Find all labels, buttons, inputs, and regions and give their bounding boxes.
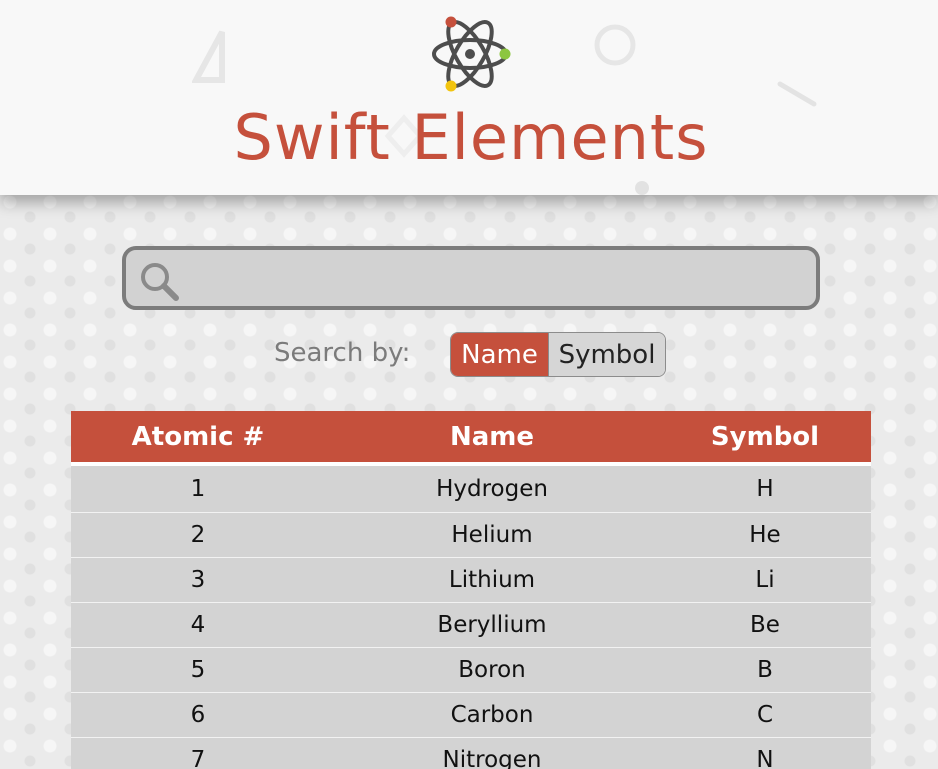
search-input[interactable] (186, 256, 806, 300)
search-icon (141, 263, 179, 301)
atomic-number-cell: 1 (190, 476, 206, 502)
table-body: 1 Hydrogen H 2 Helium He 3 Lithium Li 4 … (71, 462, 871, 769)
element-name-cell: Lithium (448, 567, 536, 593)
atomic-number-cell: 5 (190, 657, 206, 683)
atomic-number-cell: 3 (190, 567, 206, 593)
search-box[interactable] (122, 246, 820, 310)
header-symbol[interactable]: Symbol (659, 422, 871, 452)
circle-decoration-icon (594, 24, 636, 66)
element-symbol-cell: Be (750, 612, 780, 638)
table-header: Atomic # Name Symbol (71, 411, 871, 462)
table-row[interactable]: 6 Carbon C (71, 692, 871, 737)
search-by-symbol-button[interactable]: Symbol (549, 333, 665, 376)
page-title: Swift Elements (233, 101, 709, 174)
table-row[interactable]: 7 Nitrogen N (71, 737, 871, 769)
element-name-cell: Nitrogen (442, 747, 542, 769)
element-symbol-cell: N (756, 747, 774, 769)
header-name[interactable]: Name (325, 422, 659, 452)
element-name-cell: Beryllium (437, 612, 547, 638)
header: Swift Elements (0, 0, 938, 195)
atomic-number-cell: 4 (190, 612, 206, 638)
triangle-decoration-icon (192, 30, 225, 83)
element-symbol-cell: H (756, 476, 774, 502)
element-symbol-cell: Li (755, 567, 775, 593)
search-mode-toggle[interactable]: Name Symbol (450, 332, 666, 377)
table-row[interactable]: 5 Boron B (71, 647, 871, 692)
atomic-number-cell: 7 (190, 747, 206, 769)
search-by-name-button[interactable]: Name (451, 333, 549, 376)
atom-icon (432, 16, 511, 92)
element-symbol-cell: B (757, 657, 773, 683)
table-row[interactable]: 2 Helium He (71, 512, 871, 557)
atomic-number-cell: 2 (190, 522, 206, 548)
element-name-cell: Helium (451, 522, 533, 548)
header-atomic-number[interactable]: Atomic # (71, 422, 325, 452)
elements-table: Atomic # Name Symbol 1 Hydrogen H 2 Heli… (71, 411, 871, 769)
element-name-cell: Carbon (450, 702, 534, 728)
table-row[interactable]: 1 Hydrogen H (71, 462, 871, 512)
element-name-cell: Boron (458, 657, 526, 683)
element-name-cell: Hydrogen (436, 476, 548, 502)
atomic-number-cell: 6 (190, 702, 206, 728)
element-symbol-cell: C (756, 702, 774, 728)
search-by-label: Search by: (274, 338, 411, 368)
dot-decoration-icon (635, 181, 649, 195)
table-row[interactable]: 3 Lithium Li (71, 557, 871, 602)
table-row[interactable]: 4 Beryllium Be (71, 602, 871, 647)
element-symbol-cell: He (749, 522, 781, 548)
